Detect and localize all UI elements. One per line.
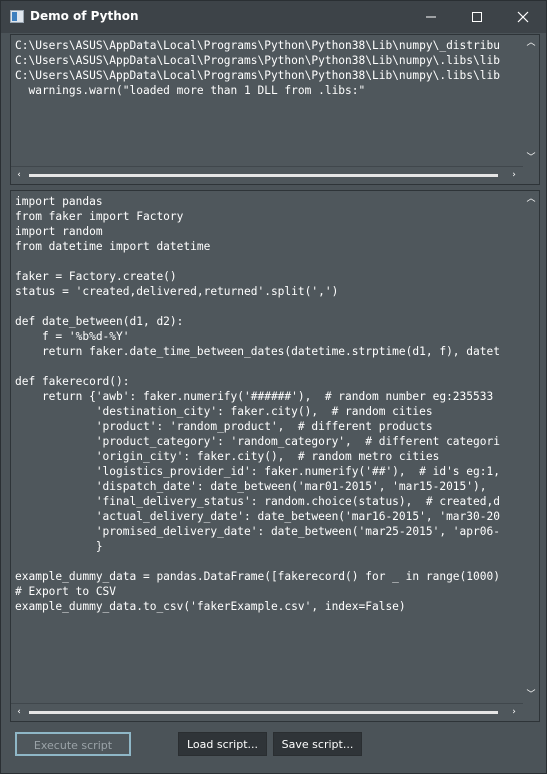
save-script-button[interactable]: Save script... (273, 732, 362, 756)
output-text: C:\Users\ASUS\AppData\Local\Programs\Pyt… (15, 39, 500, 97)
maximize-icon (472, 12, 482, 22)
scroll-up-icon[interactable]: ︿ (523, 191, 539, 207)
editor-scroll-thumb[interactable] (29, 711, 498, 714)
scroll-left-icon[interactable]: ‹ (11, 167, 27, 183)
close-button[interactable] (500, 1, 546, 33)
close-icon (517, 11, 529, 23)
output-scroll-thumb[interactable] (29, 174, 498, 177)
python-app-icon (10, 10, 24, 23)
scroll-down-icon[interactable]: ﹀ (523, 687, 539, 703)
title-bar[interactable]: Demo of Python (1, 1, 546, 33)
scroll-down-icon[interactable]: ﹀ (523, 150, 539, 166)
output-vertical-scrollbar[interactable]: ︿ ﹀ (523, 35, 539, 166)
code-text[interactable]: import pandas from faker import Factory … (11, 191, 539, 614)
minimize-icon (426, 16, 436, 18)
app-window: Demo of Python C:\Users\ASUS\AppData\Loc… (0, 0, 547, 774)
window-title: Demo of Python (30, 9, 139, 23)
editor-horizontal-scrollbar[interactable]: ‹ › (11, 703, 523, 721)
editor-vertical-scrollbar[interactable]: ︿ ﹀ (523, 191, 539, 703)
output-console[interactable]: C:\Users\ASUS\AppData\Local\Programs\Pyt… (10, 34, 540, 185)
scroll-right-icon[interactable]: › (506, 167, 522, 183)
minimize-button[interactable] (408, 1, 454, 33)
scroll-right-icon[interactable]: › (506, 704, 522, 720)
execute-script-button[interactable]: Execute script (15, 732, 131, 756)
code-editor[interactable]: import pandas from faker import Factory … (10, 190, 540, 722)
output-horizontal-scrollbar[interactable]: ‹ › (11, 166, 523, 184)
load-script-button[interactable]: Load script... (178, 732, 267, 756)
scroll-up-icon[interactable]: ︿ (523, 35, 539, 51)
scroll-left-icon[interactable]: ‹ (11, 704, 27, 720)
maximize-button[interactable] (454, 1, 500, 33)
